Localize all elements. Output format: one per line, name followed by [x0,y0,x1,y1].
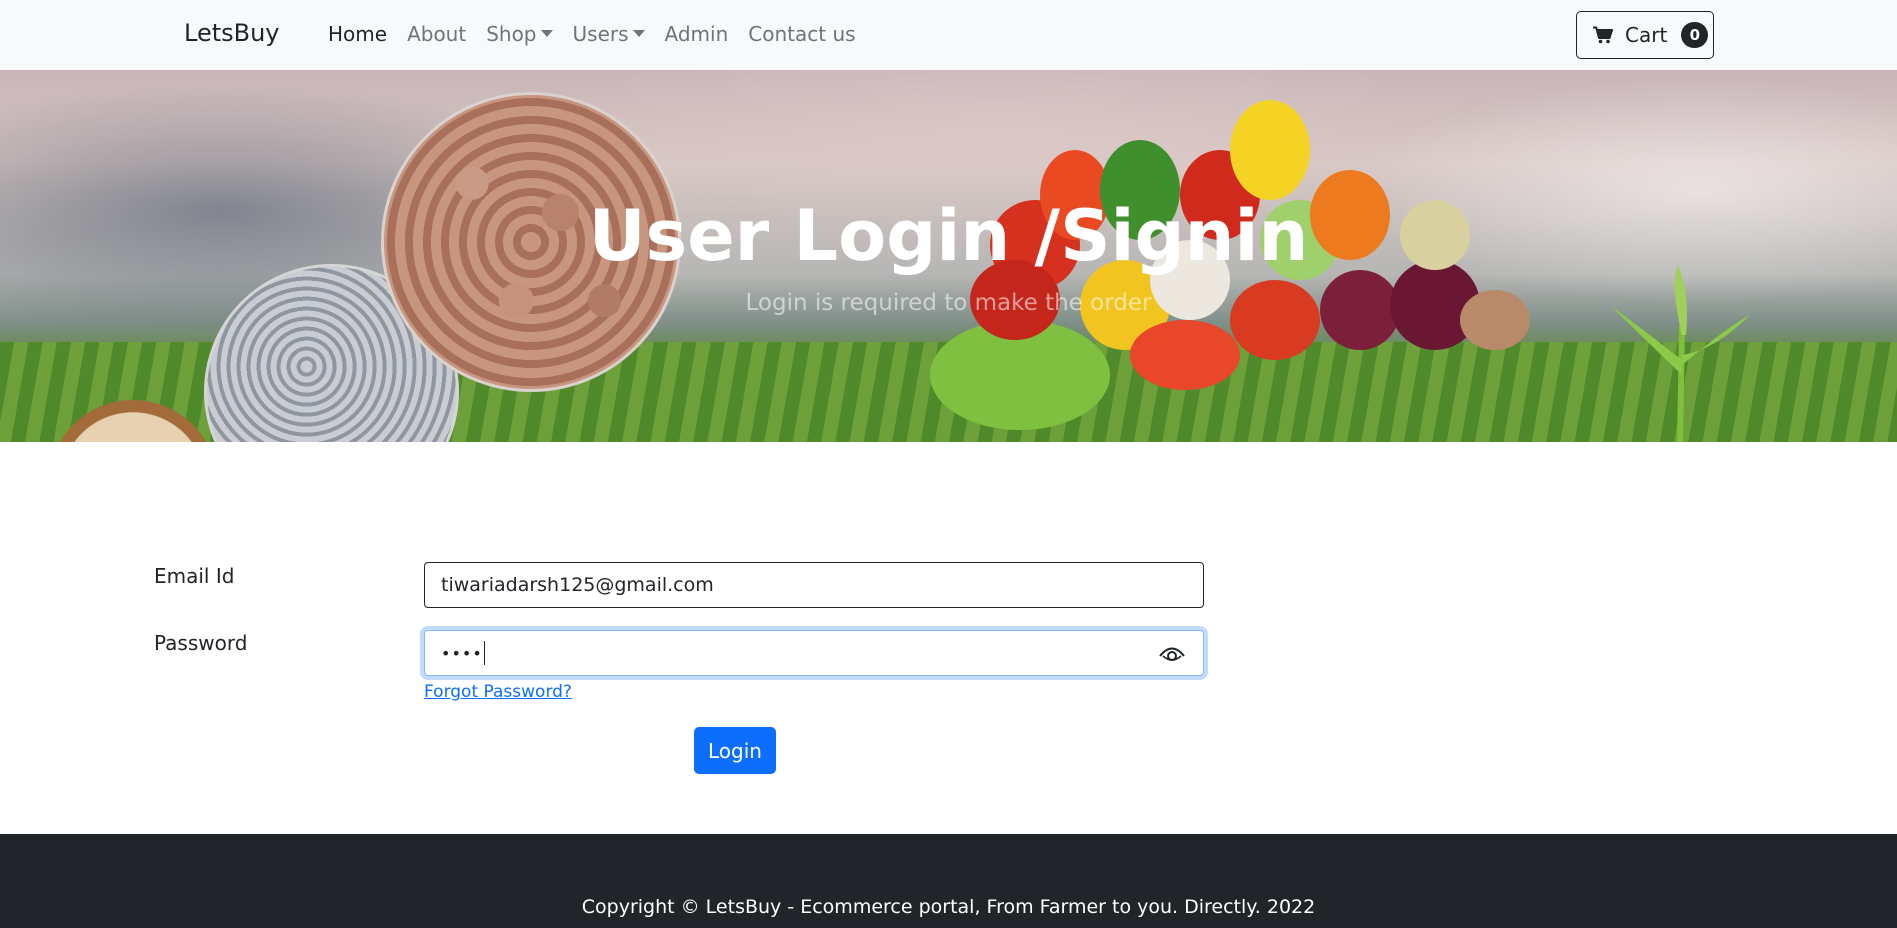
hero-banner: User Login /Signin Login is required to … [0,70,1897,442]
brand-logo[interactable]: LetsBuy [184,19,280,47]
caret-down-icon [632,29,645,37]
nav-link-contact[interactable]: Contact us [748,22,855,46]
caret-down-icon [540,29,553,37]
eye-icon[interactable] [1159,643,1185,665]
page-title: User Login /Signin [588,195,1309,277]
nav-link-label: Shop [486,22,537,46]
nav-link-home[interactable]: Home [328,22,387,46]
footer: Copyright © LetsBuy - Ecommerce portal, … [0,834,1897,928]
login-button[interactable]: Login [694,727,776,774]
cart-count-badge: 0 [1681,22,1709,48]
cart-icon [1593,26,1613,44]
footer-copyright: Copyright © LetsBuy - Ecommerce portal, … [581,896,1316,918]
email-field[interactable]: tiwariadarsh125@gmail.com [424,562,1204,608]
nav-link-admin[interactable]: Admin [665,22,729,46]
text-cursor [483,641,486,665]
email-label: Email Id [154,564,235,588]
nav-link-label: Admin [664,22,729,46]
cart-button[interactable]: Cart 0 [1576,11,1714,59]
forgot-password-link[interactable]: Forgot Password? [424,682,572,702]
email-value: tiwariadarsh125@gmail.com [441,574,714,596]
nav-dropdown-users[interactable]: Users [573,22,645,46]
nav-dropdown-shop[interactable]: Shop [486,22,553,46]
nav-links: Home About Shop Users Admin Contact us [328,22,876,46]
nav-link-about[interactable]: About [407,22,466,46]
password-value: •••• [441,643,483,663]
nav-link-label: Users [572,22,629,46]
nav-link-label: About [407,22,467,46]
password-field[interactable]: •••• [424,630,1204,676]
nav-link-label: Contact us [748,22,856,46]
nav-link-label: Home [328,22,388,46]
password-label: Password [154,631,248,655]
page-subtitle: Login is required to make the order [745,290,1152,316]
cart-label: Cart [1625,23,1668,47]
navbar: LetsBuy Home About Shop Users Admin Cont… [0,0,1897,70]
